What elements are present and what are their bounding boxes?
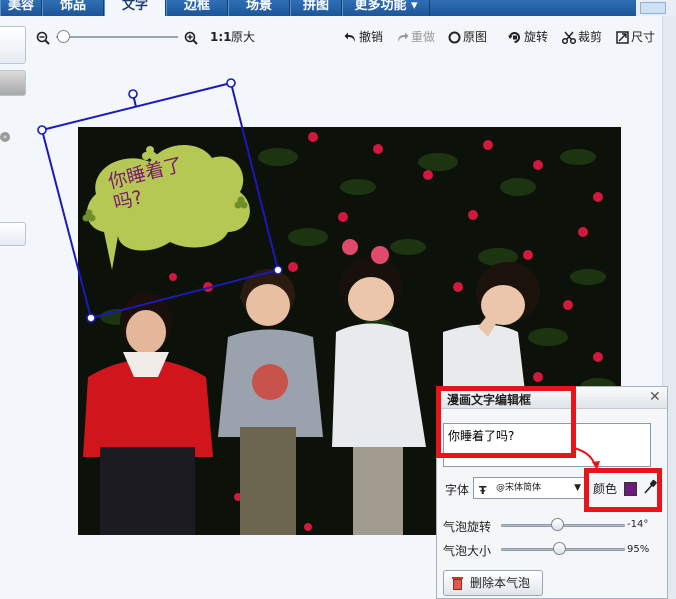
original-label: 原图 [463, 30, 488, 44]
zoom-out-icon[interactable] [36, 26, 52, 48]
main-tab-bar: 美容 饰品 文字 边框 场景 拼图 更多功能 ▾ [0, 0, 676, 16]
resize-handle [37, 125, 47, 135]
tab-more-features[interactable]: 更多功能 ▾ [342, 0, 430, 16]
redo-button[interactable]: 重做 [396, 26, 435, 48]
close-icon[interactable]: ✕ [649, 389, 661, 405]
bubble-rotation-thumb[interactable] [551, 518, 564, 531]
actual-size-label[interactable]: 原大 [231, 26, 255, 48]
original-image-button[interactable]: 原图 [448, 26, 487, 48]
tab-scene[interactable]: 场景 [228, 0, 290, 16]
undo-button[interactable]: 撤销 [344, 26, 383, 48]
restore-button[interactable] [640, 2, 666, 14]
bubble-size-value: 95% [627, 544, 650, 555]
actual-size-button[interactable]: 1:1 [210, 26, 232, 48]
highlight-text-input-box [436, 386, 576, 458]
rotate-button[interactable]: 旋转 [508, 26, 548, 48]
highlight-color-box [584, 468, 662, 512]
crop-label: 裁剪 [578, 30, 603, 44]
bubble-size-thumb[interactable] [553, 542, 566, 555]
font-select[interactable]: Ŧ @宋体简体 ▼ [473, 477, 585, 499]
tab-collage[interactable]: 拼图 [290, 0, 342, 16]
zoom-in-icon[interactable] [184, 26, 200, 48]
dropdown-arrow-icon: ▼ [574, 483, 581, 493]
font-type-icon: Ŧ [479, 484, 487, 497]
image-toolbar: 1:1 原大 撤销 重做 原图 旋转 裁剪 尺寸 [34, 26, 664, 50]
font-select-value: @宋体简体 [496, 483, 542, 493]
tab-border[interactable]: 边框 [166, 0, 228, 16]
resize-button[interactable]: 尺寸 [616, 26, 655, 48]
resize-handle [226, 78, 236, 88]
side-tool-button[interactable] [0, 26, 26, 64]
collapse-chevron-icon[interactable]: » [0, 132, 10, 142]
tab-accessories[interactable]: 饰品 [42, 0, 104, 16]
bubble-rotation-value: -14° [627, 519, 649, 530]
rotate-handle [128, 89, 138, 99]
bubble-size-label: 气泡大小 [443, 544, 492, 558]
resize-label: 尺寸 [631, 30, 656, 44]
redo-label: 重做 [411, 30, 436, 44]
delete-bubble-button[interactable]: 删除本气泡 [443, 570, 543, 596]
zoom-slider-thumb[interactable] [57, 30, 70, 43]
rotate-label: 旋转 [524, 30, 549, 44]
side-tool-button[interactable] [0, 222, 26, 246]
window-controls [636, 0, 676, 16]
bubble-rotation-label: 气泡旋转 [443, 520, 492, 534]
font-label: 字体 [445, 483, 470, 497]
crop-button[interactable]: 裁剪 [561, 26, 603, 48]
undo-label: 撤销 [359, 30, 384, 44]
left-side-panel: » [0, 16, 28, 599]
side-tool-button-selected[interactable] [0, 70, 26, 96]
tab-text[interactable]: 文字 [104, 0, 166, 16]
trash-icon [451, 575, 464, 599]
delete-bubble-label: 删除本气泡 [470, 576, 531, 590]
tab-beauty[interactable]: 美容 [0, 0, 42, 16]
zoom-slider-track[interactable] [56, 36, 178, 38]
